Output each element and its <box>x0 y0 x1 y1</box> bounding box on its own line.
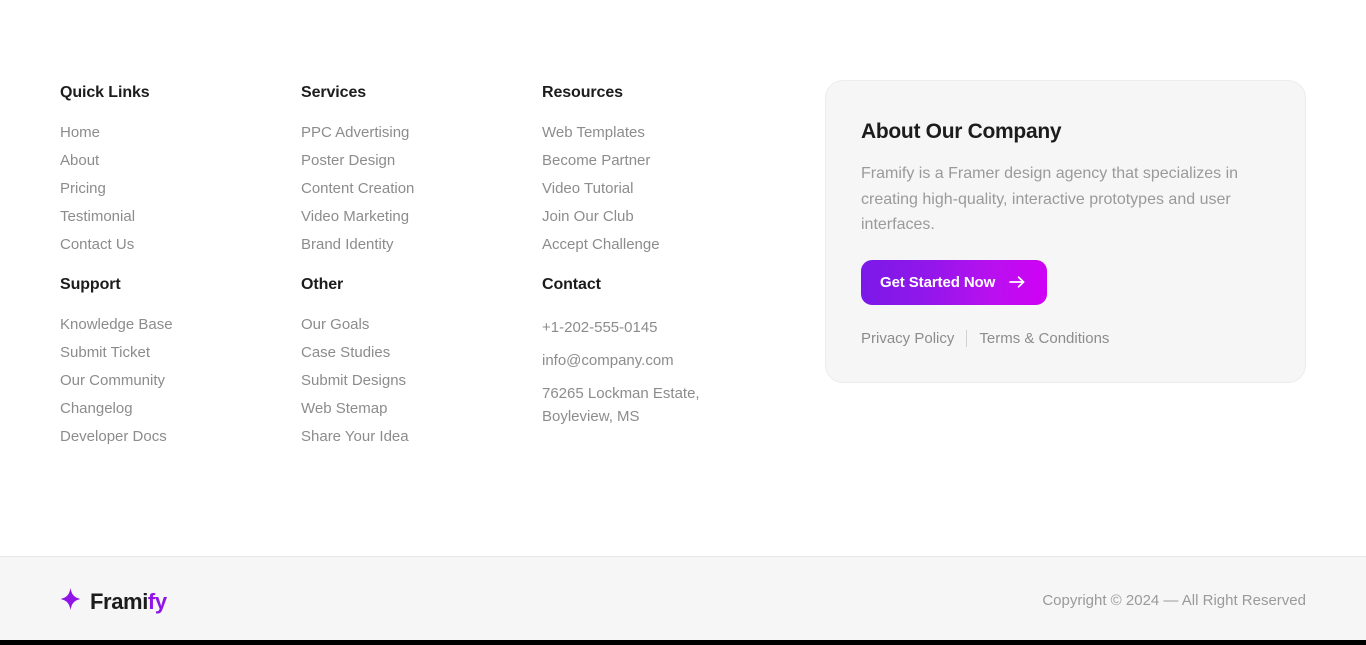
list-item: Brand Identity <box>301 236 542 254</box>
footer-columns-row-2: Support Knowledge Base Submit Ticket Our… <box>60 274 800 446</box>
brand-name-primary: Frami <box>90 588 148 614</box>
list-item: info@company.com <box>542 349 800 372</box>
cta-button-label: Get Started Now <box>880 273 996 291</box>
footer-link-accept-challenge[interactable]: Accept Challenge <box>542 236 660 254</box>
footer-link-become-partner[interactable]: Become Partner <box>542 152 650 170</box>
list-item: Poster Design <box>301 152 542 170</box>
legal-links-separator <box>966 330 968 347</box>
footer-link-web-templates[interactable]: Web Templates <box>542 124 645 142</box>
list-item: Our Goals <box>301 316 542 334</box>
list-item: Case Studies <box>301 344 542 362</box>
list-item: Share Your Idea <box>301 428 542 446</box>
list-item: Web Templates <box>542 124 783 142</box>
footer-column-resources: Resources Web Templates Become Partner V… <box>542 82 783 254</box>
footer-link-columns: Quick Links Home About Pricing Testimoni… <box>60 82 800 446</box>
list-item: Become Partner <box>542 152 783 170</box>
column-title-resources: Resources <box>542 84 623 101</box>
list-item: About <box>60 152 301 170</box>
footer-link-video-tutorial[interactable]: Video Tutorial <box>542 180 633 198</box>
footer-link-join-our-club[interactable]: Join Our Club <box>542 208 634 226</box>
footer-link-web-stemap[interactable]: Web Stemap <box>301 400 387 418</box>
column-title-contact: Contact <box>542 276 601 293</box>
column-title-quick-links: Quick Links <box>60 84 150 101</box>
about-card-description: Framify is a Framer design agency that s… <box>861 165 1239 233</box>
link-list-quick-links: Home About Pricing Testimonial Contact U… <box>60 124 301 254</box>
footer-link-brand-identity[interactable]: Brand Identity <box>301 236 394 254</box>
footer-link-video-marketing[interactable]: Video Marketing <box>301 208 409 226</box>
link-list-support: Knowledge Base Submit Ticket Our Communi… <box>60 316 301 446</box>
footer-link-poster-design[interactable]: Poster Design <box>301 152 395 170</box>
arrow-right-icon <box>1009 275 1026 289</box>
list-item: 76265 Lockman Estate, Boyleview, MS <box>542 382 800 428</box>
list-item: +1-202-555-0145 <box>542 316 800 339</box>
footer-link-our-goals[interactable]: Our Goals <box>301 316 369 334</box>
list-item: Contact Us <box>60 236 301 254</box>
list-item: Changelog <box>60 400 301 418</box>
footer-link-pricing[interactable]: Pricing <box>60 180 106 198</box>
link-list-resources: Web Templates Become Partner Video Tutor… <box>542 124 783 254</box>
list-item: Submit Designs <box>301 372 542 390</box>
about-card-content: About Our Company Framify is a Framer de… <box>861 119 1275 348</box>
page-bottom-edge <box>0 640 1366 645</box>
list-item: Submit Ticket <box>60 344 301 362</box>
footer-bottom-bar: Framify Copyright © 2024 — All Right Res… <box>0 556 1366 640</box>
list-item: Accept Challenge <box>542 236 783 254</box>
list-item: Home <box>60 124 301 142</box>
footer-column-support: Support Knowledge Base Submit Ticket Our… <box>60 274 301 446</box>
legal-links-row: Privacy Policy Terms & Conditions <box>861 330 1275 348</box>
footer-main-section: Quick Links Home About Pricing Testimoni… <box>0 0 1366 556</box>
footer-column-other: Other Our Goals Case Studies Submit Desi… <box>301 274 542 446</box>
brand-logo[interactable]: Framify <box>60 588 167 615</box>
footer-link-submit-ticket[interactable]: Submit Ticket <box>60 344 150 362</box>
get-started-now-button[interactable]: Get Started Now <box>861 259 1048 305</box>
footer-link-content-creation[interactable]: Content Creation <box>301 180 414 198</box>
footer-link-ppc-advertising[interactable]: PPC Advertising <box>301 124 409 142</box>
brand-name: Framify <box>90 588 167 614</box>
list-item: Video Marketing <box>301 208 542 226</box>
footer-column-contact: Contact +1-202-555-0145 info@company.com… <box>542 274 800 446</box>
footer-link-developer-docs[interactable]: Developer Docs <box>60 428 167 446</box>
footer-link-case-studies[interactable]: Case Studies <box>301 344 390 362</box>
column-title-other: Other <box>301 276 344 293</box>
copyright-text: Copyright © 2024 — All Right Reserved <box>1042 592 1306 609</box>
list-item: Our Community <box>60 372 301 390</box>
link-list-other: Our Goals Case Studies Submit Designs We… <box>301 316 542 446</box>
column-title-services: Services <box>301 84 367 101</box>
list-item: Video Tutorial <box>542 180 783 198</box>
list-item: Web Stemap <box>301 400 542 418</box>
list-item: Knowledge Base <box>60 316 301 334</box>
list-item: Testimonial <box>60 208 301 226</box>
footer-link-home[interactable]: Home <box>60 124 100 142</box>
footer-link-testimonial[interactable]: Testimonial <box>60 208 135 226</box>
footer-link-submit-designs[interactable]: Submit Designs <box>301 372 406 390</box>
link-list-services: PPC Advertising Poster Design Content Cr… <box>301 124 542 254</box>
footer-columns-row-1: Quick Links Home About Pricing Testimoni… <box>60 82 800 254</box>
footer-link-knowledge-base[interactable]: Knowledge Base <box>60 316 173 334</box>
brand-name-accent: fy <box>147 588 167 614</box>
list-item: Content Creation <box>301 180 542 198</box>
footer-column-services: Services PPC Advertising Poster Design C… <box>301 82 542 254</box>
column-title-support: Support <box>60 276 121 293</box>
list-item: Developer Docs <box>60 428 301 446</box>
footer-link-changelog[interactable]: Changelog <box>60 400 133 418</box>
footer-link-contact-us[interactable]: Contact Us <box>60 236 134 254</box>
about-card-title: About Our Company <box>861 120 1062 143</box>
contact-email[interactable]: info@company.com <box>542 349 674 372</box>
footer-link-about[interactable]: About <box>60 152 99 170</box>
about-company-card: About Our Company Framify is a Framer de… <box>825 80 1306 383</box>
privacy-policy-link[interactable]: Privacy Policy <box>861 330 954 348</box>
contact-phone[interactable]: +1-202-555-0145 <box>542 316 658 339</box>
contact-details-list: +1-202-555-0145 info@company.com 76265 L… <box>542 316 800 428</box>
footer-link-share-your-idea[interactable]: Share Your Idea <box>301 428 409 446</box>
terms-conditions-link[interactable]: Terms & Conditions <box>979 330 1109 348</box>
list-item: Pricing <box>60 180 301 198</box>
list-item: Join Our Club <box>542 208 783 226</box>
footer-link-our-community[interactable]: Our Community <box>60 372 165 390</box>
footer-column-quick-links: Quick Links Home About Pricing Testimoni… <box>60 82 301 254</box>
list-item: PPC Advertising <box>301 124 542 142</box>
sparkle-star-icon <box>60 588 81 615</box>
contact-address: 76265 Lockman Estate, Boyleview, MS <box>542 385 700 425</box>
